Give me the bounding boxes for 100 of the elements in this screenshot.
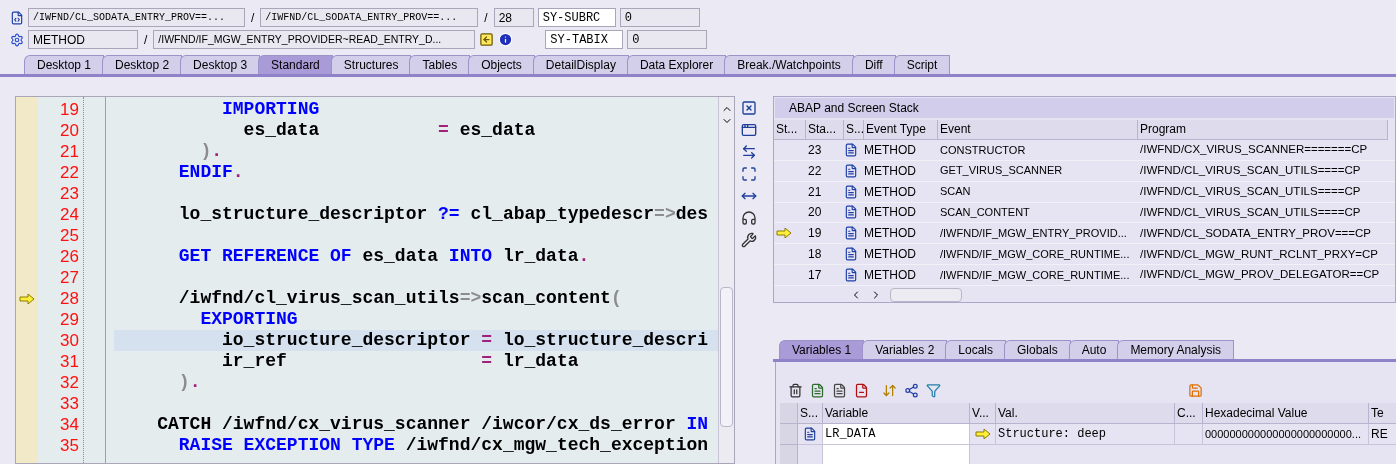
sort-icon[interactable] <box>882 383 897 398</box>
column-header[interactable]: Event <box>938 119 1138 140</box>
remove-document-icon[interactable] <box>854 383 869 398</box>
document-icon[interactable] <box>832 383 847 398</box>
column-header[interactable]: Sta... <box>806 119 844 140</box>
table-cell-text: METHOD <box>864 246 916 264</box>
tab[interactable]: Locals <box>945 340 1006 359</box>
tab[interactable]: Break./Watchpoints <box>724 55 854 74</box>
column-header[interactable]: St... <box>774 119 806 140</box>
code-line: ). <box>199 141 223 162</box>
tab[interactable]: Data Explorer <box>626 55 727 74</box>
table-cell-text: SCAN <box>939 184 972 200</box>
table-cell-text: RE <box>1370 426 1389 443</box>
method-icon <box>844 247 858 262</box>
tab[interactable]: Structures <box>330 55 412 74</box>
line-number: 28 <box>60 288 79 309</box>
navigate-icon[interactable] <box>479 32 495 47</box>
tab[interactable]: DetailDisplay <box>532 55 629 74</box>
header-corner <box>780 403 798 424</box>
variable-field[interactable]: LR_DATA <box>823 424 970 445</box>
column-header[interactable]: Program <box>1138 119 1388 140</box>
tab[interactable]: Globals <box>1004 340 1071 359</box>
table-cell-text: METHOD <box>864 225 916 243</box>
filter-icon[interactable] <box>926 383 941 398</box>
tab[interactable]: Script <box>893 55 951 74</box>
gear-icon <box>10 32 24 47</box>
scrollbar[interactable] <box>718 97 734 463</box>
scroll-thumb[interactable] <box>720 287 733 427</box>
code-line: /iwfnd/cl_virus_scan_utils=>scan_content( <box>177 288 622 309</box>
event-type-field[interactable]: METHOD <box>28 30 138 49</box>
include-field[interactable]: /IWFND/CL_SODATA_ENTRY_PROV==... <box>260 8 479 27</box>
close-icon[interactable] <box>741 100 757 116</box>
wrench-icon[interactable] <box>741 232 757 248</box>
new-window-icon[interactable] <box>741 122 757 138</box>
horizontal-scroll-thumb[interactable] <box>890 288 962 302</box>
method-icon <box>844 163 858 178</box>
column-header[interactable]: S... <box>798 403 823 424</box>
tab[interactable]: Desktop 2 <box>102 55 183 74</box>
line-number: 23 <box>60 183 79 204</box>
table-cell-text: /IWFND/CL_SODATA_ENTRY_PROV===CP <box>1139 225 1373 241</box>
code-line: io_structure_descriptor = lo_structure_descri <box>221 330 709 351</box>
tab[interactable]: Desktop 1 <box>24 55 105 74</box>
method-icon <box>844 226 858 241</box>
table-cell-text: /IWFND/CL_MGW_RUNT_RCLNT_PRXY=CP <box>1139 246 1380 262</box>
table-cell-text: SCAN_CONTENT <box>939 205 1031 221</box>
line-field[interactable]: 28 <box>493 8 534 27</box>
document-icon[interactable] <box>810 383 825 398</box>
system-variable-field[interactable]: SY-SUBRC <box>537 8 616 27</box>
table-cell-text: /IWFND/CL_VIRUS_SCAN_UTILS====CP <box>1139 204 1362 220</box>
tab[interactable]: Variables 1 <box>779 340 865 359</box>
tab[interactable]: Auto <box>1068 340 1120 359</box>
program-field[interactable]: /IWFND/CL_SODATA_ENTRY_PROV==... <box>28 8 245 27</box>
system-variable-field[interactable]: SY-TABIX <box>545 30 624 49</box>
table-cell-text: METHOD <box>864 141 916 159</box>
event-field[interactable]: /IWFND/IF_MGW_ENTRY_PROVIDER~READ_ENTRY_D... <box>153 30 476 49</box>
tab[interactable]: Standard <box>258 55 333 74</box>
tab[interactable]: Diff <box>851 55 896 74</box>
separator: / <box>143 31 149 49</box>
code-line: ir_ref = lr_data <box>221 351 579 372</box>
table-cell-text: /IWFND/IF_MGW_CORE_RUNTIME... <box>939 267 1131 283</box>
info-icon[interactable] <box>498 32 514 47</box>
line-number: 22 <box>60 162 79 183</box>
column-header[interactable]: S... <box>844 119 864 140</box>
column-header[interactable]: Hexadecimal Value <box>1203 403 1369 424</box>
line-number: 35 <box>60 435 79 456</box>
table-cell-text: 19 <box>807 225 823 243</box>
maximize-icon[interactable] <box>741 166 757 182</box>
reference-icon <box>803 427 817 441</box>
tab[interactable]: Variables 2 <box>862 340 948 359</box>
variable-field[interactable] <box>823 445 970 464</box>
line-number: 29 <box>60 309 79 330</box>
share-icon[interactable] <box>904 383 919 398</box>
column-header[interactable]: C... <box>1175 403 1203 424</box>
table-cell-text: /IWFND/IF_MGW_CORE_RUNTIME... <box>939 246 1131 262</box>
headphones-icon[interactable] <box>741 210 757 226</box>
line-number: 33 <box>60 393 79 414</box>
code-line: GET REFERENCE OF es_data INTO lr_data. <box>177 246 590 267</box>
code-editor[interactable] <box>15 96 735 464</box>
line-number: 32 <box>60 372 79 393</box>
column-header[interactable]: Te <box>1369 403 1396 424</box>
delete-icon[interactable] <box>788 383 803 398</box>
table-cell-text: CONSTRUCTOR <box>939 142 1027 158</box>
swap-icon[interactable] <box>741 144 757 160</box>
system-value-field[interactable]: 0 <box>627 30 708 49</box>
column-header[interactable]: Event Type <box>864 119 938 140</box>
method-icon <box>844 268 858 283</box>
tab[interactable]: Tables <box>409 55 471 74</box>
code-line: CATCH /iwfnd/cx_virus_scanner /iwcor/cx_ds_error IN <box>156 414 709 435</box>
code-line: EXPORTING <box>199 309 298 330</box>
line-number: 31 <box>60 351 79 372</box>
tab[interactable]: Memory Analysis <box>1117 340 1235 359</box>
column-header[interactable]: V... <box>970 403 996 424</box>
table-cell-text: /IWFND/IF_MGW_ENTRY_PROVID... <box>939 226 1128 242</box>
column-header[interactable]: Variable <box>823 403 970 424</box>
method-icon <box>844 205 858 220</box>
save-icon[interactable] <box>1188 383 1203 398</box>
column-header[interactable]: Val. <box>996 403 1175 424</box>
system-value-field[interactable]: 0 <box>619 8 700 27</box>
tab[interactable]: Objects <box>468 55 535 74</box>
tab[interactable]: Desktop 3 <box>180 55 261 74</box>
